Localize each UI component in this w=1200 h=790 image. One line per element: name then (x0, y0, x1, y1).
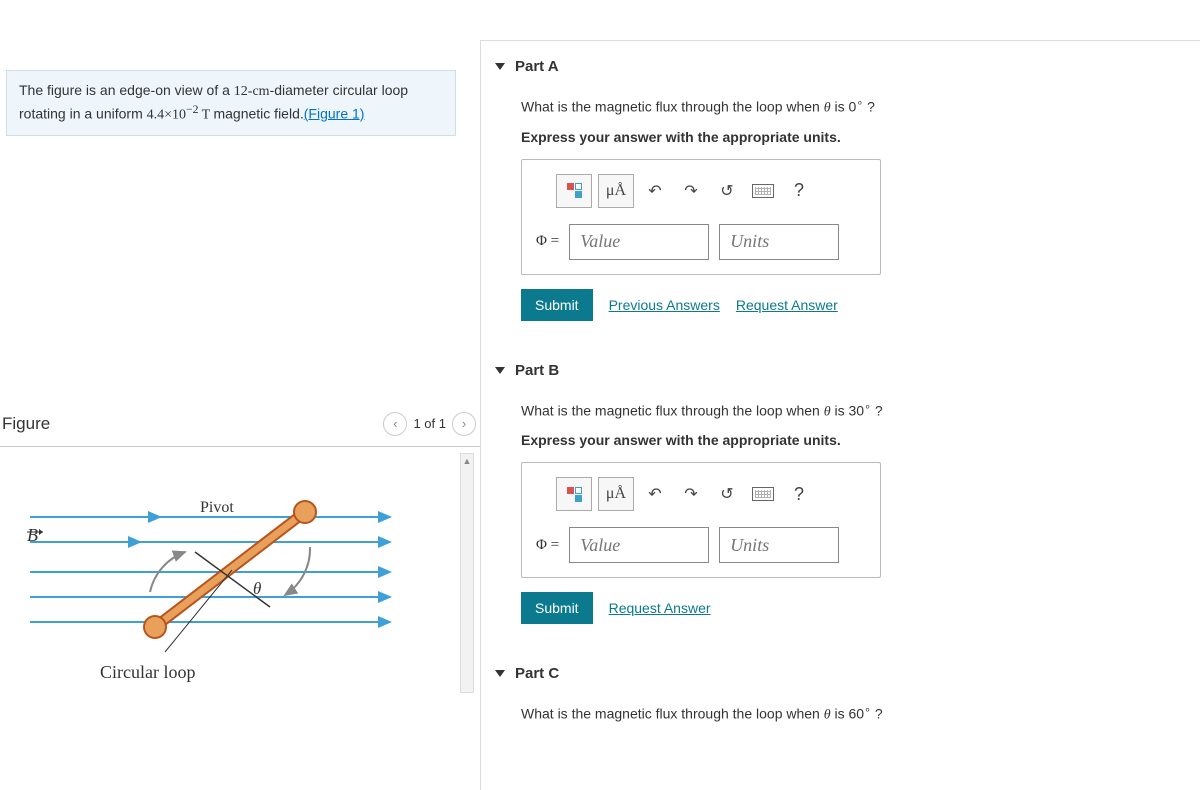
redo-button[interactable]: ↷ (676, 477, 706, 511)
q-post: ? (871, 402, 883, 418)
q-angle: 60 (849, 706, 865, 722)
units-input[interactable] (719, 527, 839, 563)
figure-title: Figure (2, 414, 50, 434)
q-pre: What is the magnetic flux through the lo… (521, 402, 824, 418)
diameter: 12-cm (234, 84, 270, 99)
part-title: Part C (515, 665, 559, 682)
part-c: Part C What is the magnetic flux through… (481, 648, 1200, 760)
keyboard-button[interactable] (748, 174, 778, 208)
part-a: Part A What is the magnetic flux through… (481, 41, 1200, 345)
undo-button[interactable]: ↶ (640, 174, 670, 208)
submit-button[interactable]: Submit (521, 592, 593, 624)
b-vector-label: B (27, 525, 38, 546)
figure-prev-button[interactable]: ‹ (383, 412, 407, 436)
field-value: 4.4×10 (147, 107, 186, 122)
phi-label: Φ = (536, 233, 559, 250)
figure-scrollbar[interactable]: ▲ (460, 453, 474, 693)
part-title: Part B (515, 362, 559, 379)
collapse-icon[interactable] (495, 670, 505, 677)
part-b: Part B What is the magnetic flux through… (481, 345, 1200, 649)
value-input[interactable] (569, 224, 709, 260)
scroll-up-icon[interactable]: ▲ (461, 454, 473, 468)
figure-pager: ‹ 1 of 1 › (383, 412, 476, 436)
pivot-label: Pivot (200, 499, 234, 517)
figure-next-button[interactable]: › (452, 412, 476, 436)
question-text: What is the magnetic flux through the lo… (521, 702, 1180, 726)
figure-canvas: B Pivot θ Circular loop ▲ (0, 447, 480, 707)
loop-label: Circular loop (100, 662, 195, 683)
reset-button[interactable]: ↺ (712, 174, 742, 208)
collapse-icon[interactable] (495, 367, 505, 374)
field-unit: T (198, 107, 213, 122)
answer-box: μÅ ↶ ↷ ↺ ? Φ = (521, 159, 881, 275)
phi-label: Φ = (536, 537, 559, 554)
help-button[interactable]: ? (784, 477, 814, 511)
request-answer-link[interactable]: Request Answer (736, 297, 838, 313)
q-post: ? (871, 706, 883, 722)
units-button[interactable]: μÅ (598, 477, 634, 511)
undo-button[interactable]: ↶ (640, 477, 670, 511)
reset-button[interactable]: ↺ (712, 477, 742, 511)
problem-text: magnetic field. (213, 105, 303, 121)
figure-page-indicator: 1 of 1 (413, 416, 446, 431)
q-angle: 30 (849, 402, 865, 418)
units-button[interactable]: μÅ (598, 174, 634, 208)
units-input[interactable] (719, 224, 839, 260)
help-button[interactable]: ? (784, 174, 814, 208)
request-answer-link[interactable]: Request Answer (609, 600, 711, 616)
submit-button[interactable]: Submit (521, 289, 593, 321)
part-title: Part A (515, 58, 559, 75)
collapse-icon[interactable] (495, 63, 505, 70)
value-input[interactable] (569, 527, 709, 563)
problem-text: The figure is an edge-on view of a (19, 82, 234, 98)
instruction: Express your answer with the appropriate… (521, 432, 1180, 448)
field-exp: −2 (186, 103, 198, 116)
figure-link[interactable]: (Figure 1) (304, 105, 365, 121)
problem-statement: The figure is an edge-on view of a 12-cm… (6, 70, 456, 136)
keyboard-button[interactable] (748, 477, 778, 511)
answer-box: μÅ ↶ ↷ ↺ ? Φ = (521, 462, 881, 578)
q-pre: What is the magnetic flux through the lo… (521, 99, 824, 115)
q-pre: What is the magnetic flux through the lo… (521, 706, 824, 722)
q-post: ? (863, 99, 875, 115)
previous-answers-link[interactable]: Previous Answers (609, 297, 720, 313)
question-text: What is the magnetic flux through the lo… (521, 399, 1180, 423)
theta-label: θ (253, 579, 261, 599)
instruction: Express your answer with the appropriate… (521, 129, 1180, 145)
templates-button[interactable] (556, 174, 592, 208)
redo-button[interactable]: ↷ (676, 174, 706, 208)
templates-button[interactable] (556, 477, 592, 511)
question-text: What is the magnetic flux through the lo… (521, 95, 1180, 119)
